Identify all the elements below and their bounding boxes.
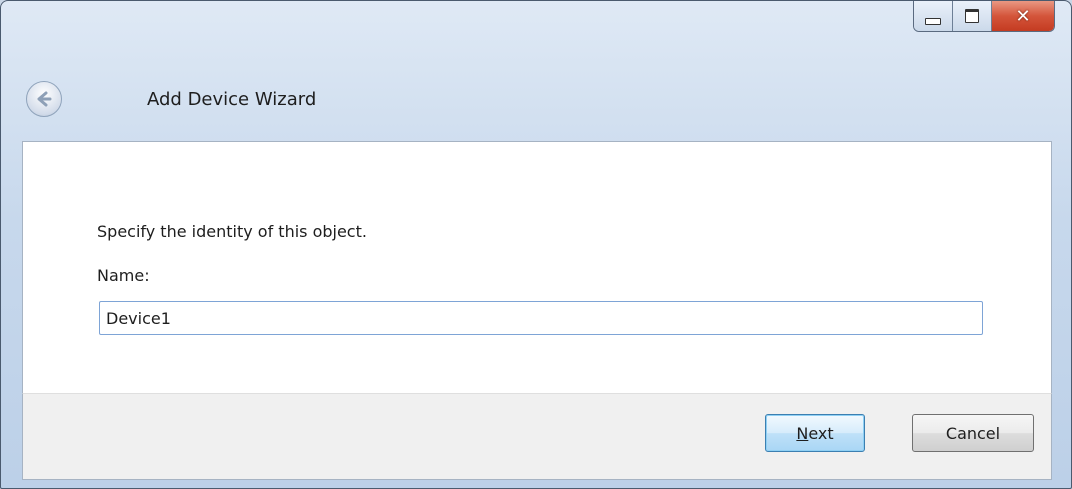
maximize-button[interactable] bbox=[953, 1, 992, 31]
next-access-key: N bbox=[796, 423, 809, 443]
close-button[interactable]: ✕ bbox=[992, 1, 1054, 31]
close-icon: ✕ bbox=[1015, 5, 1031, 27]
wizard-title: Add Device Wizard bbox=[147, 89, 317, 110]
next-label: ext bbox=[808, 423, 834, 443]
back-arrow-icon bbox=[37, 91, 52, 107]
wizard-window: ✕ Add Device Wizard Specify the identity… bbox=[0, 0, 1072, 489]
button-bar: Next Cancel bbox=[22, 393, 1052, 480]
maximize-icon bbox=[965, 9, 979, 23]
next-button[interactable]: Next bbox=[765, 414, 865, 452]
title-bar[interactable]: ✕ Add Device Wizard bbox=[1, 1, 1071, 141]
instruction-text: Specify the identity of this object. bbox=[97, 222, 367, 241]
name-label: Name: bbox=[97, 266, 150, 285]
minimize-icon bbox=[925, 17, 941, 25]
wizard-content: Specify the identity of this object. Nam… bbox=[22, 141, 1052, 394]
minimize-button[interactable] bbox=[914, 1, 953, 31]
window-controls: ✕ bbox=[913, 1, 1055, 32]
back-button[interactable] bbox=[26, 81, 62, 117]
cancel-button[interactable]: Cancel bbox=[912, 414, 1034, 452]
name-input[interactable] bbox=[99, 301, 983, 335]
